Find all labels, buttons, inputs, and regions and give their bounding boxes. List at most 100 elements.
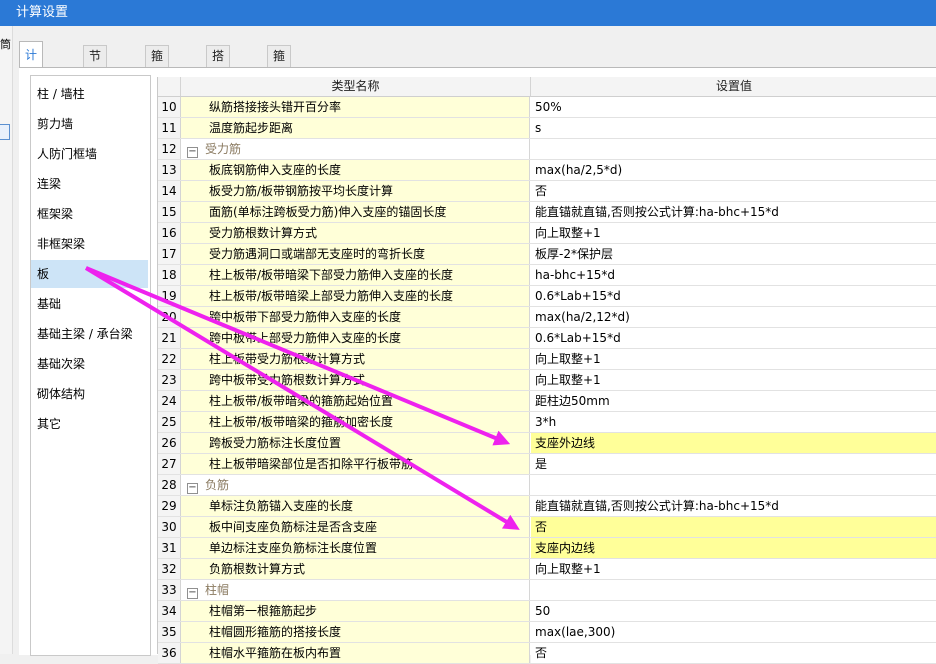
setting-value-cell[interactable]: 是: [531, 454, 936, 474]
setting-value-cell[interactable]: s: [531, 118, 936, 138]
type-name: 板受力筋/板带钢筋按平均长度计算: [209, 184, 394, 198]
setting-value-cell[interactable]: 50: [531, 601, 936, 621]
setting-value-cell[interactable]: 板厚-2*保护层: [531, 244, 936, 264]
type-name-cell: 跨板受力筋标注长度位置: [181, 433, 530, 453]
type-name: 跨中板带上部受力筋伸入支座的长度: [209, 331, 402, 345]
table-row[interactable]: 26 跨板受力筋标注长度位置 支座外边线: [158, 433, 936, 454]
sidebar-item-shear-wall[interactable]: 剪力墙: [31, 110, 148, 138]
table-row[interactable]: 16 受力筋根数计算方式 向上取整+1: [158, 223, 936, 244]
table-row[interactable]: 18 柱上板带/板带暗梁下部受力筋伸入支座的长度 ha-bhc+15*d: [158, 265, 936, 286]
collapse-toggle-icon[interactable]: −: [187, 588, 198, 599]
tab-node-settings[interactable]: 节点设置: [83, 45, 108, 126]
setting-value-cell[interactable]: 距柱边50mm: [531, 391, 936, 411]
table-row[interactable]: 34 柱帽第一根箍筋起步 50: [158, 601, 936, 622]
table-row[interactable]: 27 柱上板带暗梁部位是否扣除平行板带筋 是: [158, 454, 936, 475]
setting-value-cell[interactable]: 向上取整+1: [531, 370, 936, 390]
setting-value-cell[interactable]: 能直锚就直锚,否则按公式计算:ha-bhc+15*d: [531, 202, 936, 222]
collapse-toggle-icon[interactable]: −: [187, 483, 198, 494]
setting-value-cell[interactable]: 0.6*Lab+15*d: [531, 286, 936, 306]
setting-value-cell: [531, 139, 936, 159]
sidebar-item-frame-beam[interactable]: 框架梁: [31, 200, 148, 228]
type-name: 板底钢筋伸入支座的长度: [209, 163, 342, 177]
table-row[interactable]: 15 面筋(单标注跨板受力筋)伸入支座的锚固长度 能直锚就直锚,否则按公式计算:ha…: [158, 202, 936, 223]
table-row[interactable]: 30 板中间支座负筋标注是否含支座 否: [158, 517, 936, 538]
setting-value-cell[interactable]: 能直锚就直锚,否则按公式计算:ha-bhc+15*d: [531, 496, 936, 516]
setting-value-cell[interactable]: 向上取整+1: [531, 559, 936, 579]
table-row[interactable]: 19 柱上板带/板带暗梁上部受力筋伸入支座的长度 0.6*Lab+15*d: [158, 286, 936, 307]
type-name-cell: 温度筋起步距离: [181, 118, 530, 138]
tab-lap-settings[interactable]: 搭接设置: [206, 45, 231, 126]
setting-value-cell[interactable]: 否: [531, 181, 936, 201]
table-row[interactable]: 21 跨中板带上部受力筋伸入支座的长度 0.6*Lab+15*d: [158, 328, 936, 349]
background-window-text: 筒: [0, 38, 11, 51]
type-name: 面筋(单标注跨板受力筋)伸入支座的锚固长度: [209, 205, 447, 219]
row-number: 26: [158, 433, 181, 453]
type-name-cell: 柱帽第一根箍筋起步: [181, 601, 530, 621]
setting-value-cell[interactable]: 支座内边线: [531, 538, 936, 558]
setting-value-cell[interactable]: 50%: [531, 97, 936, 117]
row-number: 19: [158, 286, 181, 306]
setting-value-cell[interactable]: 0.6*Lab+15*d: [531, 328, 936, 348]
collapse-toggle-icon[interactable]: −: [187, 147, 198, 158]
table-row[interactable]: 31 单边标注支座负筋标注长度位置 支座内边线: [158, 538, 936, 559]
type-name-cell: 跨中板带上部受力筋伸入支座的长度: [181, 328, 530, 348]
table-row[interactable]: 32 负筋根数计算方式 向上取整+1: [158, 559, 936, 580]
type-name: 柱帽水平箍筋在板内布置: [209, 646, 342, 660]
background-window-button: [0, 124, 10, 140]
tab-stirrup-formula[interactable]: 箍筋公式: [267, 45, 292, 126]
table-row[interactable]: 10 纵筋搭接接头错开百分率 50%: [158, 97, 936, 118]
sidebar-item-foundation-main-beam[interactable]: 基础主梁 / 承台梁: [31, 320, 148, 348]
row-number: 16: [158, 223, 181, 243]
setting-value-cell[interactable]: 向上取整+1: [531, 349, 936, 369]
type-name-header[interactable]: 类型名称: [181, 77, 531, 97]
setting-value-cell[interactable]: 否: [531, 643, 936, 663]
table-row[interactable]: 13 板底钢筋伸入支座的长度 max(ha/2,5*d): [158, 160, 936, 181]
sidebar-item-slab[interactable]: 板: [31, 260, 148, 288]
table-row[interactable]: 29 单标注负筋锚入支座的长度 能直锚就直锚,否则按公式计算:ha-bhc+15*d: [158, 496, 936, 517]
group-row[interactable]: 12− 受力筋: [158, 139, 936, 160]
type-name: 板中间支座负筋标注是否含支座: [209, 520, 378, 534]
type-name-cell: 柱帽水平箍筋在板内布置: [181, 643, 530, 663]
table-row[interactable]: 25 柱上板带/板带暗梁的箍筋加密长度 3*h: [158, 412, 936, 433]
title-bar: 计算设置: [0, 0, 936, 26]
type-name: 柱上板带/板带暗梁下部受力筋伸入支座的长度: [209, 268, 454, 282]
sidebar-item-masonry[interactable]: 砌体结构: [31, 380, 148, 408]
settings-grid: 类型名称 设置值 10 纵筋搭接接头错开百分率 50% 11 温度筋起步距离 s 12− 受力…: [157, 77, 936, 664]
row-number: 12: [158, 139, 181, 159]
sidebar-item-other[interactable]: 其它: [31, 410, 148, 438]
sidebar-item-civil-defense-door-wall[interactable]: 人防门框墙: [31, 140, 148, 168]
group-row[interactable]: 33− 柱帽: [158, 580, 936, 601]
sidebar-item-non-frame-beam[interactable]: 非框架梁: [31, 230, 148, 258]
setting-value-cell[interactable]: 3*h: [531, 412, 936, 432]
setting-value-cell[interactable]: 否: [531, 517, 936, 537]
row-number: 33: [158, 580, 181, 600]
setting-value-cell[interactable]: max(ha/2,5*d): [531, 160, 936, 180]
table-row[interactable]: 20 跨中板带下部受力筋伸入支座的长度 max(ha/2,12*d): [158, 307, 936, 328]
sidebar-item-coupling-beam[interactable]: 连梁: [31, 170, 148, 198]
table-row[interactable]: 22 柱上板带受力筋根数计算方式 向上取整+1: [158, 349, 936, 370]
table-row[interactable]: 11 温度筋起步距离 s: [158, 118, 936, 139]
type-name: 柱上板带/板带暗梁的箍筋加密长度: [209, 415, 394, 429]
table-row[interactable]: 23 跨中板带受力筋根数计算方式 向上取整+1: [158, 370, 936, 391]
sidebar-item-foundation-secondary-beam[interactable]: 基础次梁: [31, 350, 148, 378]
table-row[interactable]: 14 板受力筋/板带钢筋按平均长度计算 否: [158, 181, 936, 202]
group-label: 柱帽: [205, 583, 230, 597]
group-label: 负筋: [205, 478, 230, 492]
table-row[interactable]: 17 受力筋遇洞口或端部无支座时的弯折长度 板厚-2*保护层: [158, 244, 936, 265]
tab-calc-rules[interactable]: 计算规则: [19, 41, 44, 140]
setting-value-cell[interactable]: max(lae,300): [531, 622, 936, 642]
sidebar-item-foundation[interactable]: 基础: [31, 290, 148, 318]
sidebar-item-column[interactable]: 柱 / 墙柱: [31, 80, 148, 108]
group-row[interactable]: 28− 负筋: [158, 475, 936, 496]
table-row[interactable]: 24 柱上板带/板带暗梁的箍筋起始位置 距柱边50mm: [158, 391, 936, 412]
row-number: 27: [158, 454, 181, 474]
setting-value-cell[interactable]: 支座外边线: [531, 433, 936, 453]
setting-value-cell[interactable]: ha-bhc+15*d: [531, 265, 936, 285]
setting-value-cell[interactable]: max(ha/2,12*d): [531, 307, 936, 327]
type-name-cell: 柱上板带/板带暗梁的箍筋起始位置: [181, 391, 530, 411]
setting-value-header[interactable]: 设置值: [531, 77, 936, 97]
table-row[interactable]: 35 柱帽圆形箍筋的搭接长度 max(lae,300): [158, 622, 936, 643]
tab-stirrup-settings[interactable]: 箍筋设置: [145, 45, 170, 126]
type-name: 跨中板带下部受力筋伸入支座的长度: [209, 310, 402, 324]
setting-value-cell[interactable]: 向上取整+1: [531, 223, 936, 243]
